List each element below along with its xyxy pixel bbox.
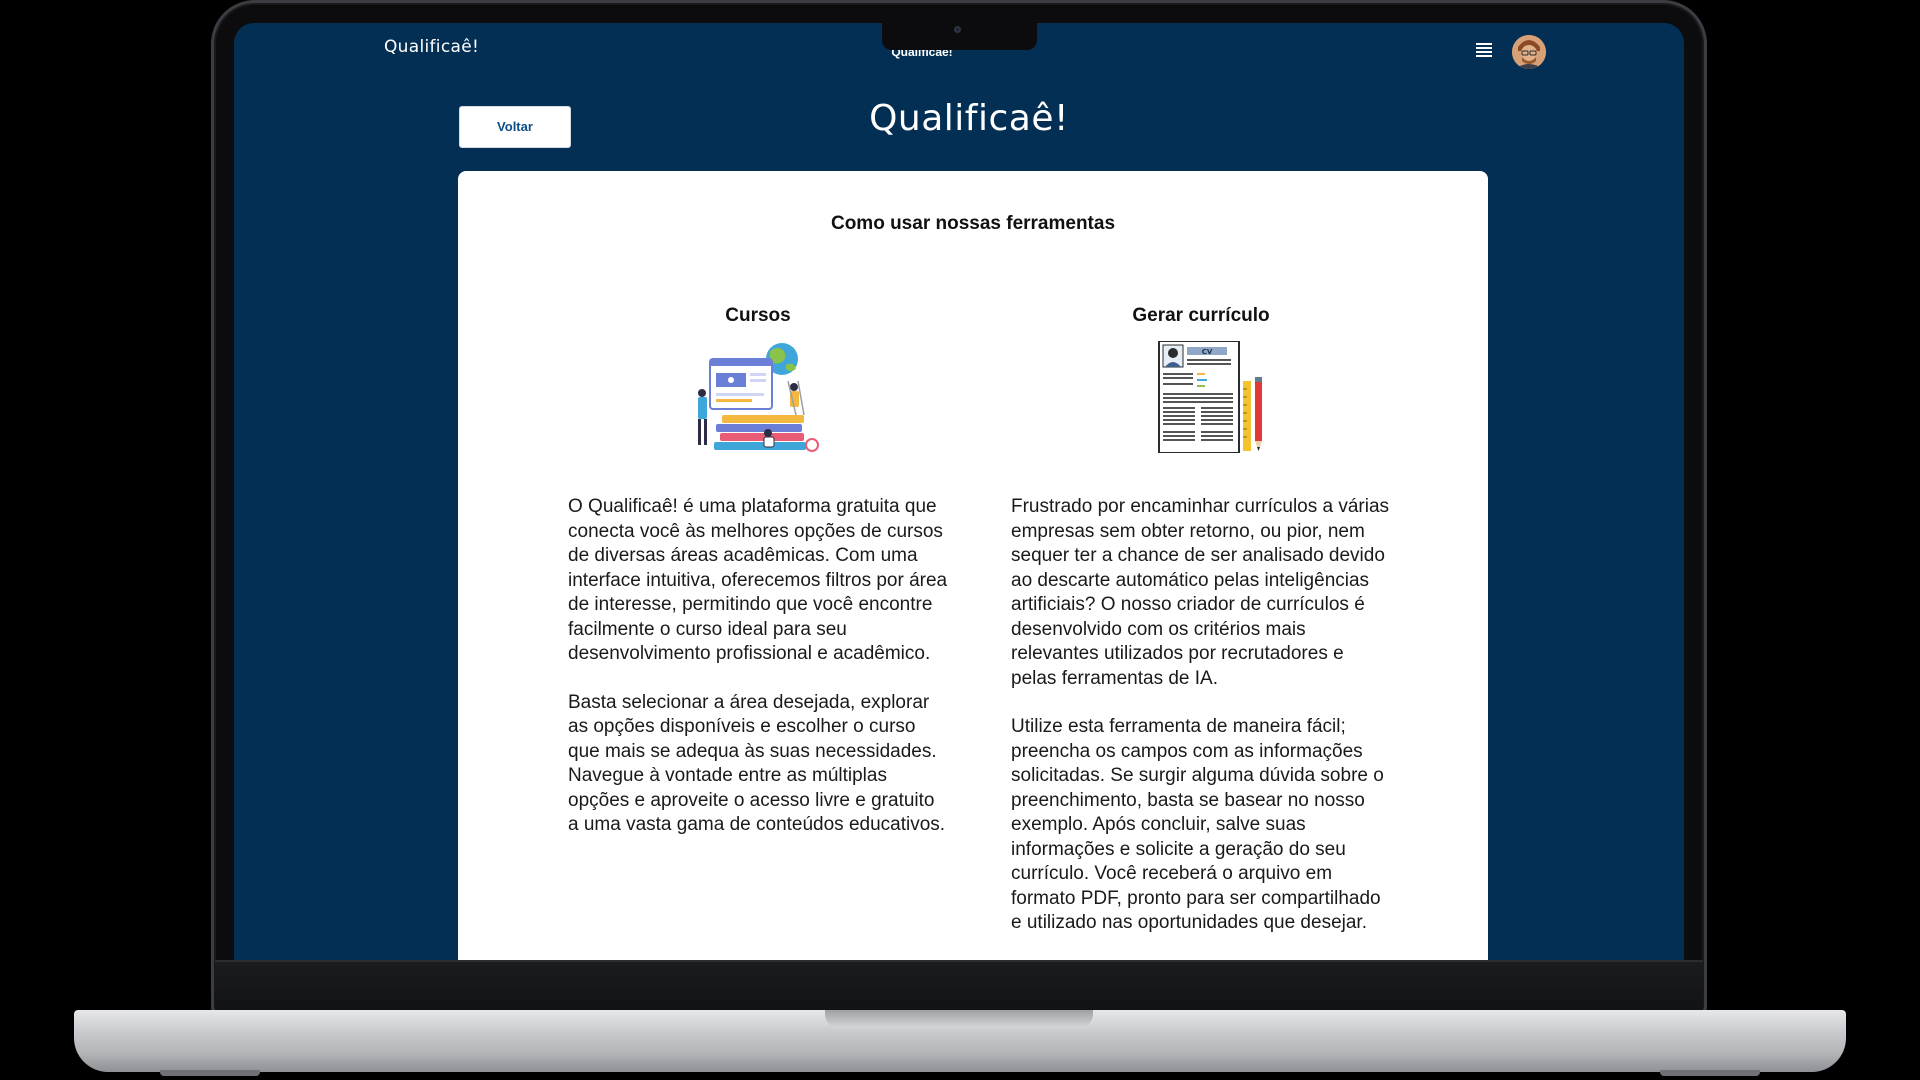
cv-badge: CV — [1202, 348, 1213, 356]
navbar-logo[interactable]: Qualificaê! — [384, 37, 479, 57]
courses-paragraph-1: O Qualificaê! é uma plataforma gratuita … — [568, 496, 948, 664]
hamburger-menu-icon[interactable] — [1476, 43, 1492, 59]
online-courses-illustration — [698, 343, 819, 452]
content-card: Como usar nossas ferramentas Cursos O Qu… — [458, 171, 1488, 960]
page-logo: Qualificaê! — [809, 98, 1129, 139]
resume-text: Frustrado por encaminhar currículos a vá… — [1011, 495, 1391, 936]
user-avatar-icon — [1512, 35, 1546, 69]
resume-section: Gerar currículo CV Frustrado por encamin… — [1011, 305, 1391, 936]
camera-notch — [882, 22, 1037, 50]
resume-heading: Gerar currículo — [1132, 305, 1270, 326]
back-button[interactable]: Voltar — [459, 106, 571, 148]
resume-paragraph-1: Frustrado por encaminhar currículos a vá… — [1011, 496, 1390, 689]
camera-icon — [954, 26, 961, 33]
resume-paragraph-2: Utilize esta ferramenta de maneira fácil… — [1011, 716, 1384, 933]
courses-paragraph-2: Basta selecionar a área desejada, explor… — [568, 691, 946, 836]
avatar[interactable] — [1512, 35, 1546, 69]
logo-text: Qualificaê! — [869, 98, 1069, 139]
laptop-bezel-bottom — [215, 960, 1703, 1014]
page-title: Como usar nossas ferramentas — [830, 213, 1116, 234]
courses-section: Cursos O Qualificaê! é uma plataforma gr… — [568, 305, 948, 838]
laptop-foot-right — [1660, 1070, 1760, 1076]
courses-text: O Qualificaê! é uma plataforma gratuita … — [568, 495, 948, 838]
courses-heading: Cursos — [725, 305, 791, 326]
screen: Qualificaê! Qualificae! Voltar Qualifica… — [234, 23, 1684, 960]
resume-document-illustration: CV — [1158, 341, 1262, 453]
laptop-foot-left — [160, 1070, 260, 1076]
laptop-base-groove — [825, 1010, 1093, 1028]
